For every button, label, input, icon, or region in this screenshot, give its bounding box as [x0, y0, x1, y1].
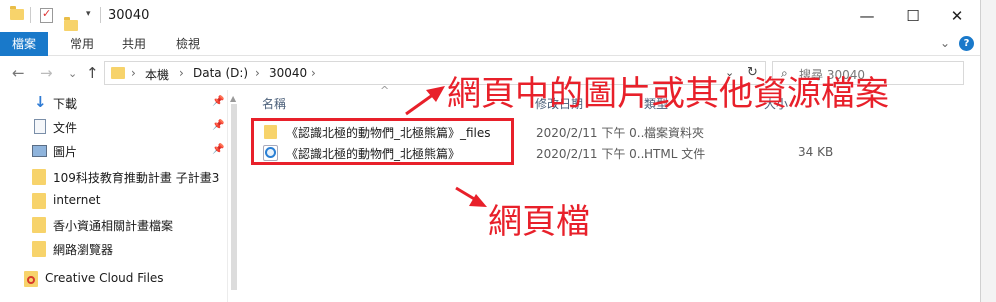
arrow-to-html	[455, 186, 477, 202]
annotation-resources-label: 網頁中的圖片或其他資源檔案	[447, 74, 889, 114]
arrow-to-resources	[405, 92, 435, 116]
annotation-html-label: 網頁檔	[488, 202, 590, 242]
background-window-edge	[980, 0, 996, 302]
annotation-arrows	[405, 86, 487, 207]
arrow-to-resources-head	[426, 86, 445, 102]
